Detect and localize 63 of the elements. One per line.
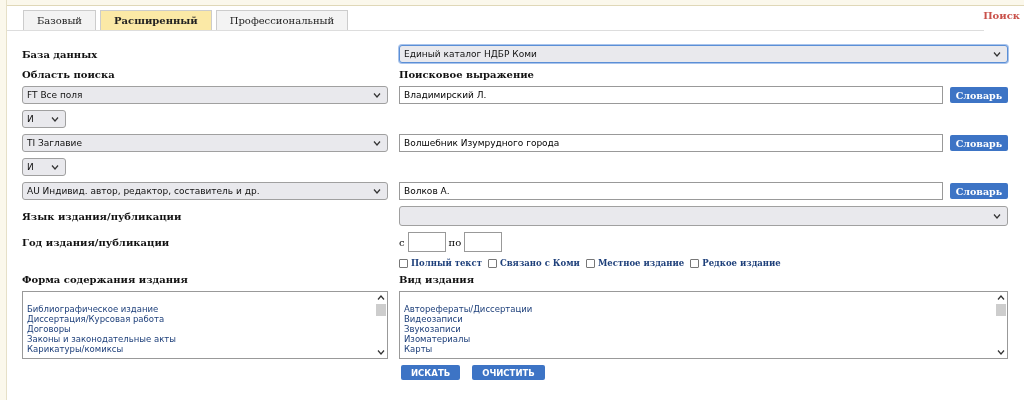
to-label: по <box>448 236 462 248</box>
from-label: с <box>399 236 405 248</box>
list-option[interactable]: Диссертация/Курсовая работа <box>27 314 371 324</box>
list-option[interactable]: Договоры <box>27 324 371 334</box>
chevron-down-icon <box>997 350 1005 355</box>
year-to-input[interactable] <box>464 232 503 252</box>
checkbox[interactable] <box>487 258 497 268</box>
field-label: Область поиска <box>22 69 116 80</box>
chevron-up-icon <box>377 295 385 300</box>
field-label: База данных <box>22 48 99 60</box>
field-label: Форма содержания издания <box>22 274 189 285</box>
checkbox[interactable] <box>690 258 700 268</box>
list-option[interactable]: Карикатуры/комиксы <box>27 344 371 354</box>
scrollbar-thumb[interactable] <box>996 304 1006 316</box>
list-option[interactable]: Законы и законодательные акты <box>27 334 371 344</box>
operator-select[interactable]: И <box>22 158 66 176</box>
checkbox-label[interactable]: Местное издание <box>597 258 685 268</box>
list-option[interactable]: Изоматериалы <box>404 334 991 344</box>
field-label: Год издания/публикации <box>22 236 171 248</box>
search-field-select[interactable]: FT Все поля <box>22 86 388 104</box>
chevron-down-icon <box>51 116 59 122</box>
tab[interactable]: Профессиональный <box>215 10 349 30</box>
list-option[interactable]: Звукозаписи <box>404 324 991 334</box>
chevron-down-icon <box>373 188 381 194</box>
chevron-down-icon <box>993 51 1001 57</box>
query-input[interactable]: Волшебник Изумрудного города <box>399 134 943 152</box>
dictionary-button[interactable]: Словарь <box>950 183 1008 199</box>
search-field-select[interactable]: TI Заглавие <box>22 134 388 152</box>
publication-type-list[interactable]: Авторефераты/Диссертации Видеозаписи Звукозаписи Изоматериалы Карты <box>399 291 1008 359</box>
chevron-down-icon <box>373 92 381 98</box>
chevron-down-icon <box>377 350 385 355</box>
checkbox-label[interactable]: Полный текст <box>411 258 482 268</box>
search-button[interactable]: ИСКАТЬ <box>401 365 461 380</box>
operator-select[interactable]: И <box>22 110 66 128</box>
chevron-down-icon <box>373 140 381 146</box>
checkbox[interactable] <box>585 258 595 268</box>
clear-button[interactable]: ОЧИСТИТЬ <box>472 365 545 380</box>
year-from-input[interactable] <box>407 232 446 252</box>
chevron-down-icon <box>993 213 1001 219</box>
chevron-up-icon <box>997 295 1005 300</box>
content-form-list[interactable]: Библиографическое издание Диссертация/Курсовая работа Договоры Законы и законодательные акты Карикатуры/комиксы <box>22 291 388 359</box>
field-label: Язык издания/публикации <box>22 210 183 222</box>
search-link[interactable]: Поиск <box>983 10 1020 21</box>
scrollbar-thumb[interactable] <box>376 304 386 316</box>
tab[interactable]: Базовый <box>23 10 97 30</box>
dictionary-button[interactable]: Словарь <box>950 87 1008 103</box>
list-option[interactable]: Карты <box>404 344 991 354</box>
query-input[interactable]: Владимирский Л. <box>399 86 943 104</box>
search-field-select[interactable]: AU Индивид. автор, редактор, составитель и др. <box>22 182 388 200</box>
language-select[interactable] <box>399 206 1008 226</box>
list-option[interactable]: Видеозаписи <box>404 314 991 324</box>
chevron-down-icon <box>51 164 59 170</box>
field-label: Вид издания <box>399 274 476 285</box>
list-option[interactable]: Авторефераты/Диссертации <box>404 304 991 314</box>
checkbox-label[interactable]: Редкое издание <box>702 258 781 268</box>
tab[interactable]: Расширенный <box>100 10 212 30</box>
list-option[interactable]: Библиографическое издание <box>27 304 371 314</box>
query-input[interactable]: Волков А. <box>399 182 943 200</box>
checkbox[interactable] <box>399 258 408 268</box>
dictionary-button[interactable]: Словарь <box>950 135 1008 151</box>
field-label: Поисковое выражение <box>399 69 535 80</box>
checkbox-label[interactable]: Связано с Коми <box>499 258 580 268</box>
database-select[interactable]: Единый каталог НДБР Коми <box>399 45 1008 63</box>
